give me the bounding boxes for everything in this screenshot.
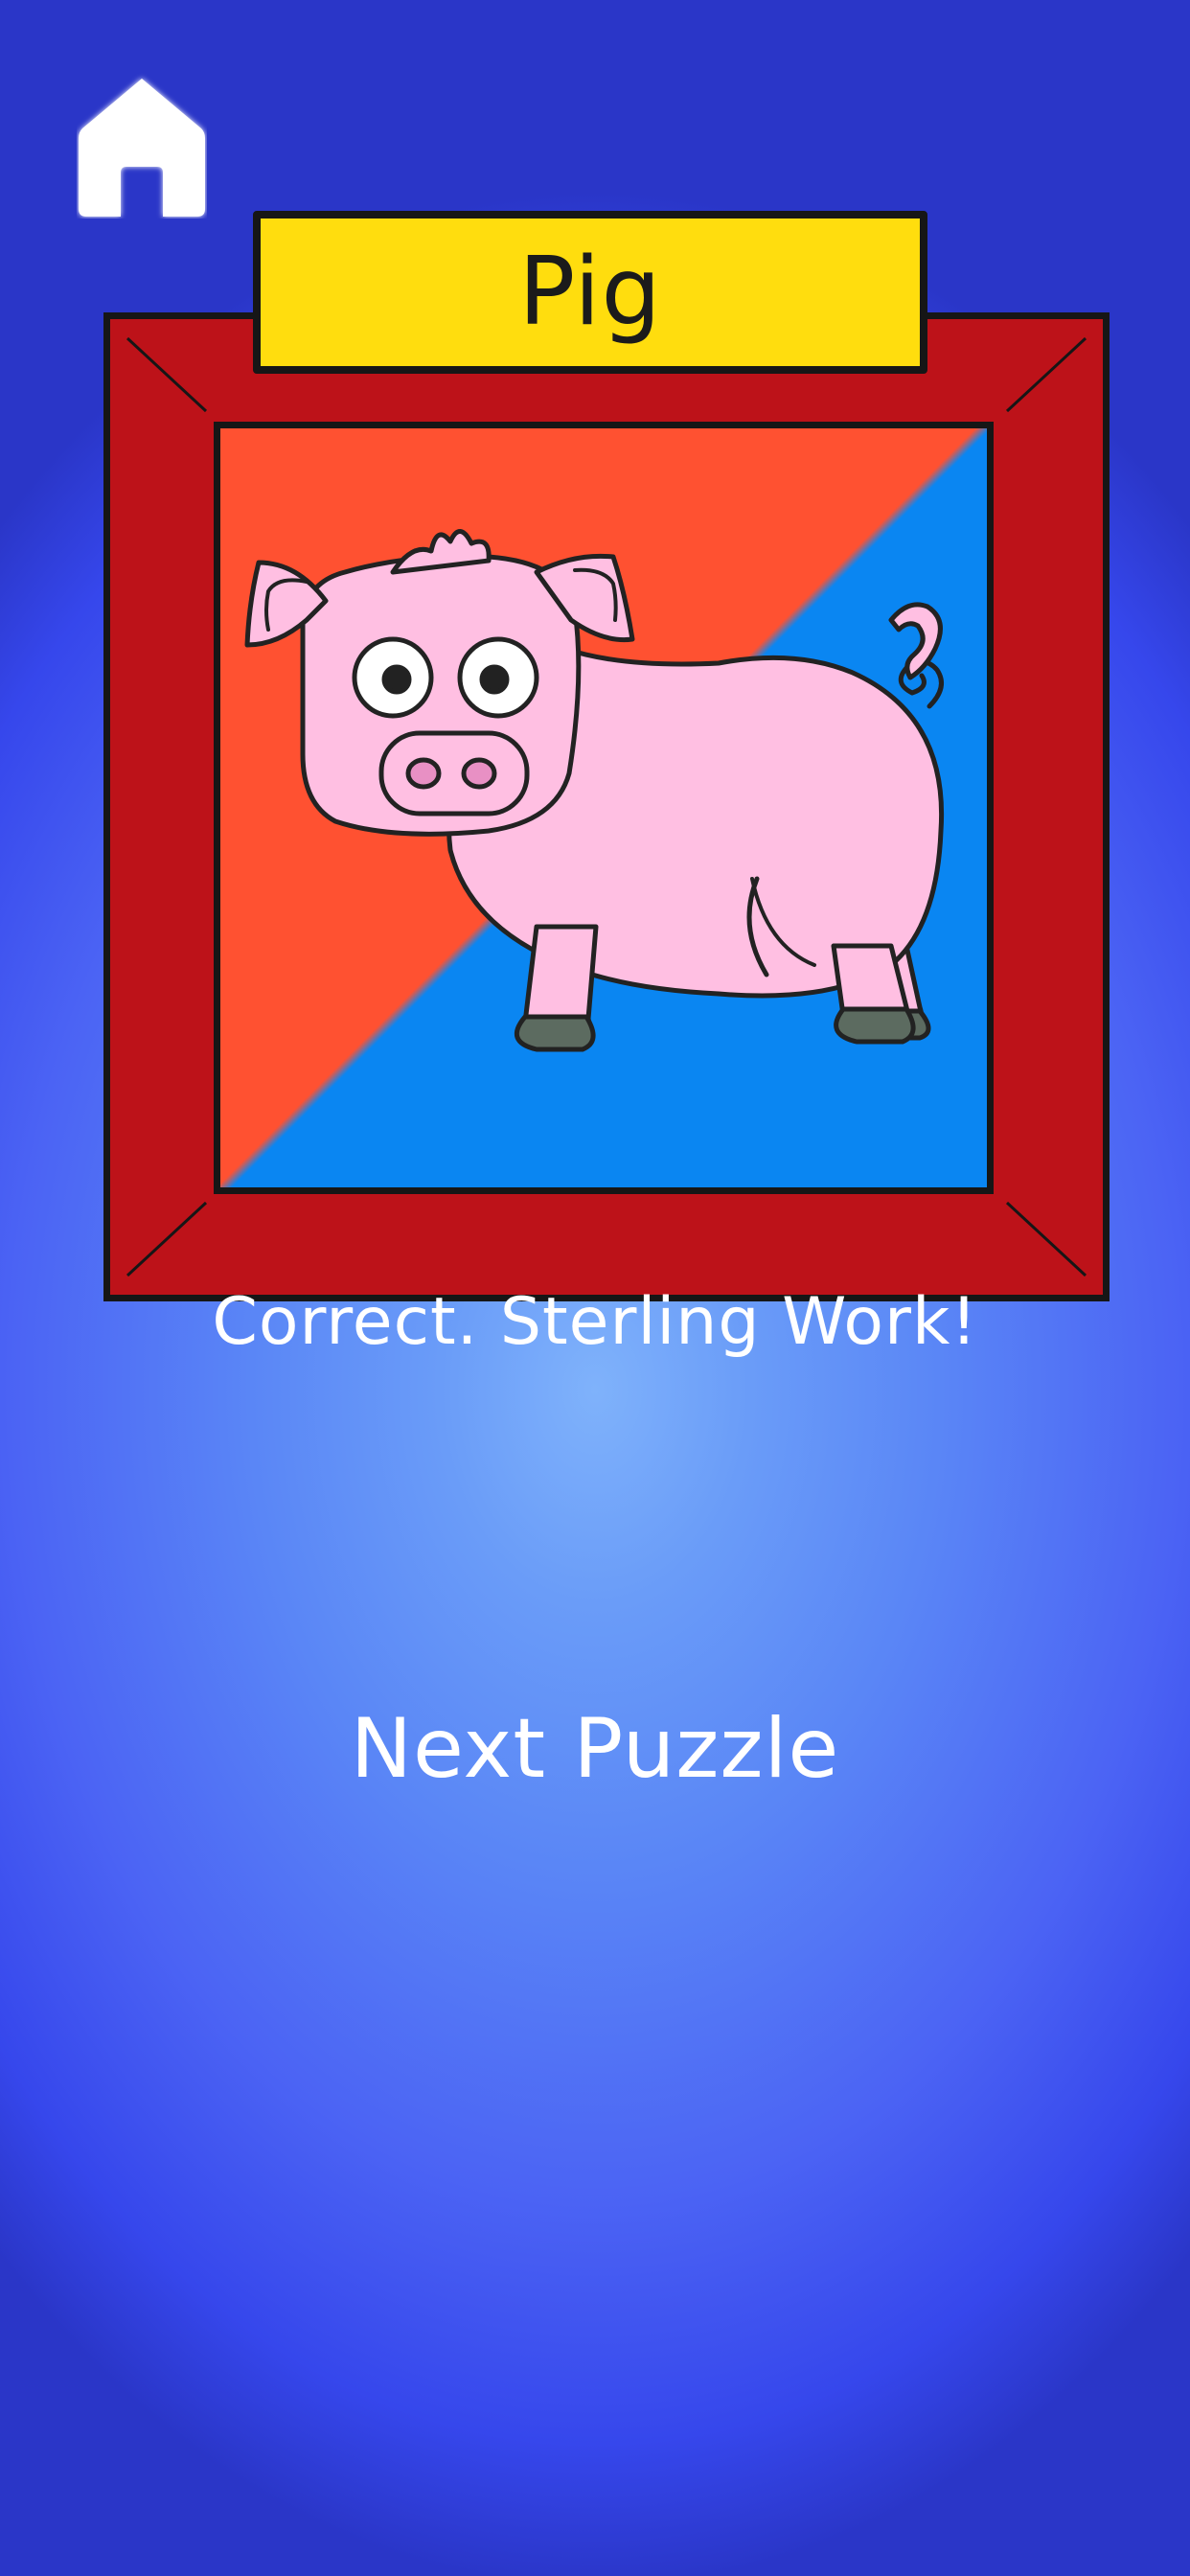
home-button[interactable] xyxy=(77,73,207,218)
puzzle-picture xyxy=(214,422,994,1194)
puzzle-title: Pig xyxy=(518,238,662,347)
pig-illustration xyxy=(244,529,945,1052)
home-icon xyxy=(79,79,205,217)
result-message: Correct. Sterling Work! xyxy=(212,1284,978,1360)
next-puzzle-button[interactable]: Next Puzzle xyxy=(308,1696,882,1802)
puzzle-title-plate: Pig xyxy=(253,211,927,374)
puzzle-frame xyxy=(103,312,1110,1301)
